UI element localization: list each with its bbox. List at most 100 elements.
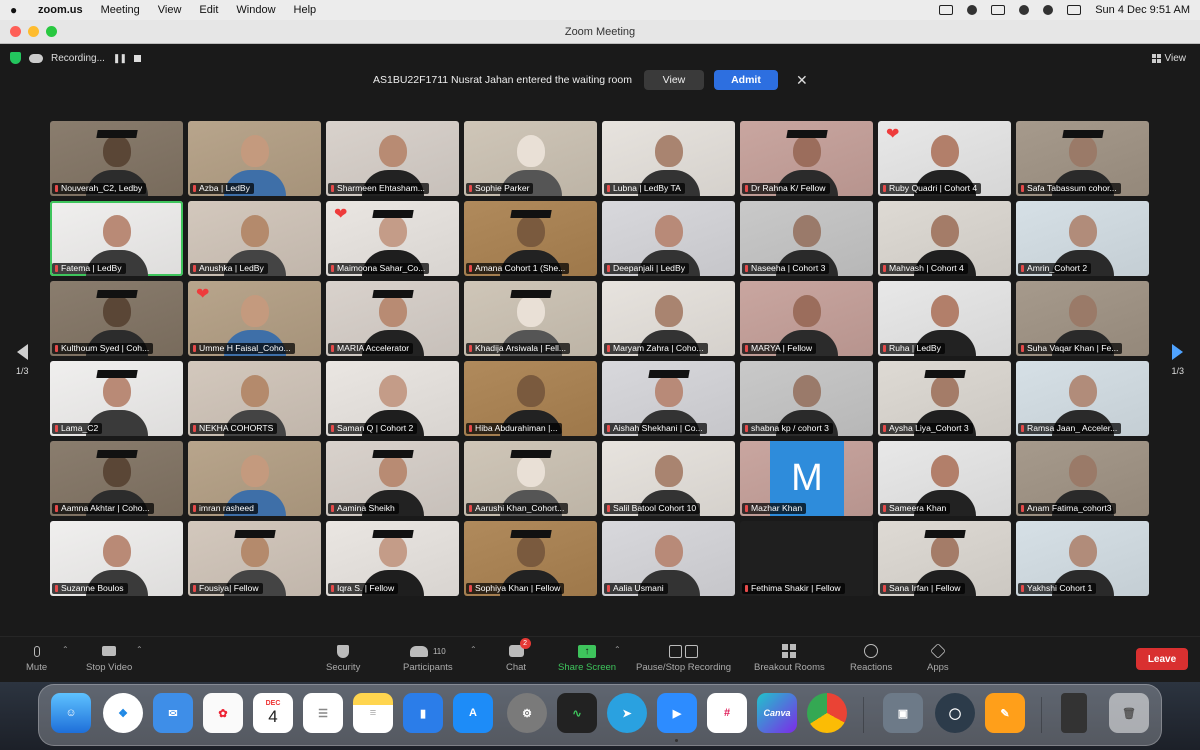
breakout-rooms-button[interactable]: Breakout Rooms: [754, 643, 825, 673]
participants-button[interactable]: 110 Participants: [403, 643, 453, 673]
pages-icon[interactable]: ✎: [985, 693, 1025, 733]
menu-edit[interactable]: Edit: [199, 4, 218, 16]
encryption-shield-icon[interactable]: [10, 52, 21, 64]
control-center-icon[interactable]: [1067, 5, 1082, 15]
participant-tile[interactable]: Fousiya| Fellow: [188, 521, 321, 596]
participant-tile[interactable]: Ruha | LedBy: [878, 281, 1011, 356]
menu-window[interactable]: Window: [236, 4, 275, 16]
mute-button[interactable]: Mute: [26, 643, 47, 673]
participant-tile[interactable]: Amrin_Cohort 2: [1016, 201, 1149, 276]
zoom-window-button[interactable]: [46, 26, 57, 37]
app-store-icon[interactable]: A: [453, 693, 493, 733]
screenshot-thumbnail-icon[interactable]: ▣: [883, 693, 923, 733]
bluetooth-icon[interactable]: [967, 5, 978, 15]
admit-button[interactable]: Admit: [713, 70, 778, 90]
apple-icon[interactable]: ●: [10, 3, 24, 17]
participant-tile[interactable]: Aamna Akhtar | Coho...: [50, 441, 183, 516]
zoom-app-icon[interactable]: ▶: [657, 693, 697, 733]
finder-icon[interactable]: ☺: [51, 693, 91, 733]
downloads-stack-icon[interactable]: [1061, 693, 1087, 733]
menu-meeting[interactable]: Meeting: [101, 4, 140, 16]
participant-tile[interactable]: Suzanne Boulos: [50, 521, 183, 596]
menu-help[interactable]: Help: [294, 4, 317, 16]
leave-button[interactable]: Leave: [1136, 648, 1188, 670]
keynote-icon[interactable]: ▮: [403, 693, 443, 733]
participant-tile[interactable]: Mahvash | Cohort 4: [878, 201, 1011, 276]
calendar-icon[interactable]: DEC 4: [253, 693, 293, 733]
canva-icon[interactable]: Canva: [757, 693, 797, 733]
participant-tile[interactable]: Anam Fatima_cohort3: [1016, 441, 1149, 516]
stop-recording-icon[interactable]: [134, 54, 142, 62]
participant-tile[interactable]: Lubna | LedBy TA: [602, 121, 735, 196]
participant-tile[interactable]: Nouverah_C2, Ledby: [50, 121, 183, 196]
reminders-icon[interactable]: ☰: [303, 693, 343, 733]
wifi-icon[interactable]: [1019, 5, 1030, 15]
chrome-icon[interactable]: [807, 693, 847, 733]
participant-tile[interactable]: Fatema | LedBy: [50, 201, 183, 276]
participant-tile[interactable]: Aysha Liya_Cohort 3: [878, 361, 1011, 436]
pause-recording-icon[interactable]: ❚❚: [113, 53, 127, 64]
participant-tile[interactable]: Amana Cohort 1 (She...: [464, 201, 597, 276]
participant-tile[interactable]: Aalia Usmani: [602, 521, 735, 596]
participant-tile[interactable]: Sana Irfan | Fellow: [878, 521, 1011, 596]
menu-view[interactable]: View: [158, 4, 182, 16]
battery-icon[interactable]: [991, 5, 1006, 15]
participant-tile[interactable]: Sophie Parker: [464, 121, 597, 196]
share-options-chevron-icon[interactable]: ⌃: [614, 645, 621, 654]
stop-video-button[interactable]: Stop Video: [86, 643, 132, 673]
participant-tile[interactable]: M Mazhar Khan: [740, 441, 873, 516]
telegram-icon[interactable]: ➤: [607, 693, 647, 733]
participant-tile[interactable]: MARYA | Fellow: [740, 281, 873, 356]
safari-icon[interactable]: ❖: [103, 693, 143, 733]
participant-tile[interactable]: Sameera Khan: [878, 441, 1011, 516]
pause-stop-recording-button[interactable]: Pause/Stop Recording: [636, 643, 731, 673]
participant-tile[interactable]: Hiba Abdurahiman |...: [464, 361, 597, 436]
chat-button[interactable]: 2 Chat: [506, 638, 531, 673]
minimize-window-button[interactable]: [28, 26, 39, 37]
audio-options-chevron-icon[interactable]: ⌃: [62, 645, 69, 654]
participant-tile[interactable]: Suha Vaqar Khan | Fe...: [1016, 281, 1149, 356]
reactions-button[interactable]: Reactions: [850, 643, 892, 673]
participant-tile[interactable]: Khadija Arsiwala | Fell...: [464, 281, 597, 356]
participant-tile[interactable]: NEKHA COHORTS: [188, 361, 321, 436]
participant-tile[interactable]: Deepanjali | LedBy: [602, 201, 735, 276]
participant-tile[interactable]: Fethima Shakir | Fellow: [740, 521, 873, 596]
security-button[interactable]: Security: [326, 643, 360, 673]
participant-tile[interactable]: Anushka | LedBy: [188, 201, 321, 276]
prev-page-button[interactable]: 1/3: [16, 344, 29, 376]
participant-tile[interactable]: ❤ Maimoona Sahar_Co...: [326, 201, 459, 276]
search-icon[interactable]: [1043, 5, 1054, 15]
waiting-room-view-button[interactable]: View: [643, 70, 704, 90]
participant-tile[interactable]: Sophiya Khan | Fellow: [464, 521, 597, 596]
menu-app[interactable]: zoom.us: [38, 4, 83, 16]
participant-tile[interactable]: Saman Q | Cohort 2: [326, 361, 459, 436]
video-options-chevron-icon[interactable]: ⌃: [136, 645, 143, 654]
participant-tile[interactable]: Salil Batool Cohort 10: [602, 441, 735, 516]
trash-icon[interactable]: 🗑: [1109, 693, 1149, 733]
participant-tile[interactable]: Iqra S. | Fellow: [326, 521, 459, 596]
participant-tile[interactable]: shabna kp / cohort 3: [740, 361, 873, 436]
participant-tile[interactable]: imran rasheed: [188, 441, 321, 516]
participant-tile[interactable]: Aarushi Khan_Cohort...: [464, 441, 597, 516]
participant-tile[interactable]: Lama_C2: [50, 361, 183, 436]
participant-tile[interactable]: Naseeha | Cohort 3: [740, 201, 873, 276]
participant-tile[interactable]: Safa Tabassum cohor...: [1016, 121, 1149, 196]
next-page-button[interactable]: 1/3: [1171, 344, 1184, 376]
quicktime-icon[interactable]: ◯: [935, 693, 975, 733]
participant-tile[interactable]: Azba | LedBy: [188, 121, 321, 196]
participant-tile[interactable]: Aishah Shekhani | Co...: [602, 361, 735, 436]
participant-tile[interactable]: MARIA Accelerator: [326, 281, 459, 356]
participant-tile[interactable]: Sharmeen Ehtasham...: [326, 121, 459, 196]
activity-monitor-icon[interactable]: ∿: [557, 693, 597, 733]
participant-tile[interactable]: Dr Rahna K/ Fellow: [740, 121, 873, 196]
notes-icon[interactable]: ≡: [353, 693, 393, 733]
apps-button[interactable]: Apps: [927, 643, 949, 673]
participant-tile[interactable]: Ramsa Jaan_ Acceler...: [1016, 361, 1149, 436]
participant-tile[interactable]: Maryam Zahra | Coho...: [602, 281, 735, 356]
view-button[interactable]: View: [1151, 53, 1186, 64]
system-preferences-icon[interactable]: ⚙: [507, 693, 547, 733]
participant-tile[interactable]: ❤ Umme H Faisal_Coho...: [188, 281, 321, 356]
slack-icon[interactable]: #: [707, 693, 747, 733]
participant-tile[interactable]: Kulthoum Syed | Coh...: [50, 281, 183, 356]
share-screen-button[interactable]: ↑ Share Screen: [558, 643, 616, 673]
